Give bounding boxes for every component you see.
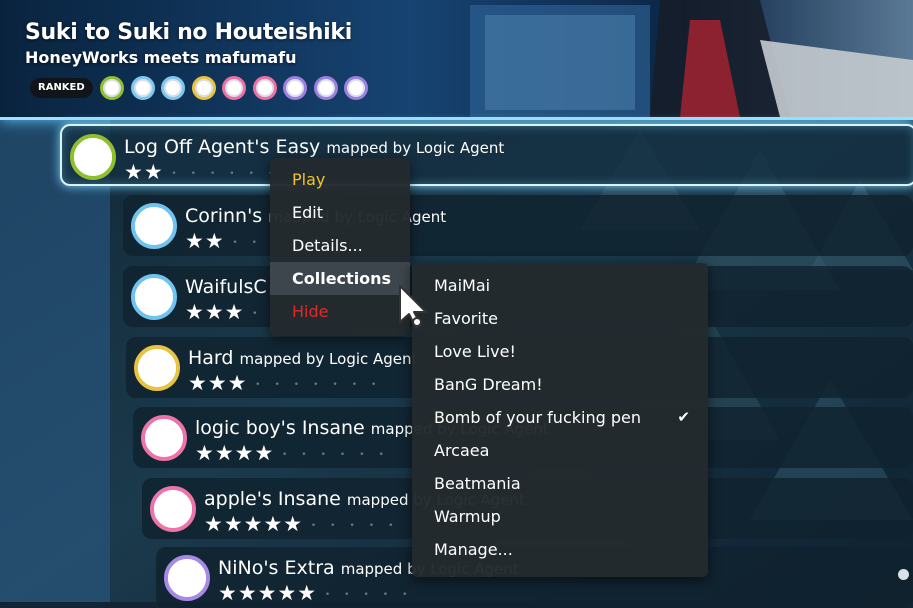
difficulty-dot-icon [313,76,338,100]
collection-label: Manage... [434,540,513,559]
difficulty-title: Log Off Agent's Easy [124,136,321,158]
difficulty-dot-icon [161,76,185,100]
menu-item-hide[interactable]: Hide [270,295,410,328]
scroll-indicator[interactable] [898,569,909,580]
star-icons: ★★★★ [195,441,275,465]
checkmark-icon: ✔ [677,408,690,426]
collection-label: Love Live! [434,342,516,361]
star-icons: ★★ [124,160,164,184]
difficulty-dot-icon [100,76,124,100]
collection-item[interactable]: Manage... [412,533,708,566]
difficulty-name: WaifulsC [185,276,267,298]
star-icons: ★★★★★ [204,512,304,536]
difficulty-ring-icon [131,274,177,320]
star-icons: ★★★ [185,300,245,324]
beatmap-header: Suki to Suki no Houteishiki HoneyWorks m… [0,0,913,120]
difficulty-dot-icon [283,76,307,100]
difficulty-dot-icon [222,76,246,100]
difficulty-ring-icon [150,486,196,532]
empty-star-dots: ••••• [310,521,408,531]
collection-item[interactable]: Beatmania [412,467,708,500]
difficulty-title: Hard [188,347,234,369]
mapper-label: mapped by Logic Agent [239,350,418,368]
menu-item-details[interactable]: Details... [270,229,410,262]
status-badge: RANKED [30,78,93,98]
beatmap-title: Suki to Suki no Houteishiki [25,20,352,45]
menu-item-edit[interactable]: Edit [270,196,410,229]
collection-item[interactable]: Favorite [412,302,708,335]
collection-label: BanG Dream! [434,375,543,394]
collection-label: Warmup [434,507,501,526]
collection-item[interactable]: Bomb of your fucking pen ✔ [412,401,708,434]
menu-item-play[interactable]: Play [270,163,410,196]
star-icons: ★★ [185,229,225,253]
empty-star-dots: •••••• [282,450,398,460]
difficulty-ring-icon [164,555,210,601]
difficulty-name: Hard mapped by Logic Agent [188,347,417,369]
menu-item-collections[interactable]: Collections [270,262,410,295]
empty-star-dots: ••••••• [255,380,391,390]
difficulty-ring-icon [141,415,187,461]
difficulty-dot-icon [191,76,216,100]
collection-item[interactable]: BanG Dream! [412,368,708,401]
context-menu: Play Edit Details... Collections Hide [270,158,410,336]
difficulty-name: Log Off Agent's Easy mapped by Logic Age… [124,136,504,158]
collection-item[interactable]: Love Live! [412,335,708,368]
difficulty-title: NiNo's Extra [218,557,335,579]
difficulty-title: WaifulsC [185,276,267,298]
difficulty-title: apple's Insane [204,488,341,510]
collection-label: Favorite [434,309,498,328]
collection-label: Arcaea [434,441,490,460]
difficulty-dot-icon [344,76,368,100]
star-rating: ★★★★★ ••••• [204,512,407,536]
difficulty-title: logic boy's Insane [195,417,365,439]
beatmap-artist: HoneyWorks meets mafumafu [25,48,297,67]
mapper-label: mapped by Logic Agent [326,139,505,157]
difficulty-ring-icon [134,345,180,391]
difficulty-dot-icon [252,76,277,100]
collection-label: MaiMai [434,276,491,295]
collection-label: Bomb of your fucking pen [434,408,641,427]
empty-star-dots: ••••• [324,590,422,600]
collection-item[interactable]: Warmup [412,500,708,533]
difficulty-panel[interactable]: Log Off Agent's Easy mapped by Logic Age… [60,124,913,186]
collection-item[interactable]: Arcaea [412,434,708,467]
collection-label: Beatmania [434,474,521,493]
collections-submenu: MaiMai Favorite Love Live! BanG Dream! Bomb … [412,263,708,577]
collection-item[interactable]: MaiMai [412,269,708,302]
difficulty-ring-icon [131,203,177,249]
difficulty-title: Corinn's [185,205,263,227]
difficulty-panel[interactable]: Corinn's mapped by Logic Agent★★ •••••••… [123,195,913,256]
difficulty-ring-icon [70,134,116,180]
mouse-cursor-icon [399,285,427,329]
star-rating: ★★★ ••••••• [188,371,390,395]
star-rating: ★★★★ •••••• [195,441,398,465]
star-icons: ★★★ [188,371,248,395]
star-icons: ★★★★★ [218,581,318,605]
star-rating: ★★★★★ ••••• [218,581,421,605]
difficulty-dot-icon [130,76,155,100]
